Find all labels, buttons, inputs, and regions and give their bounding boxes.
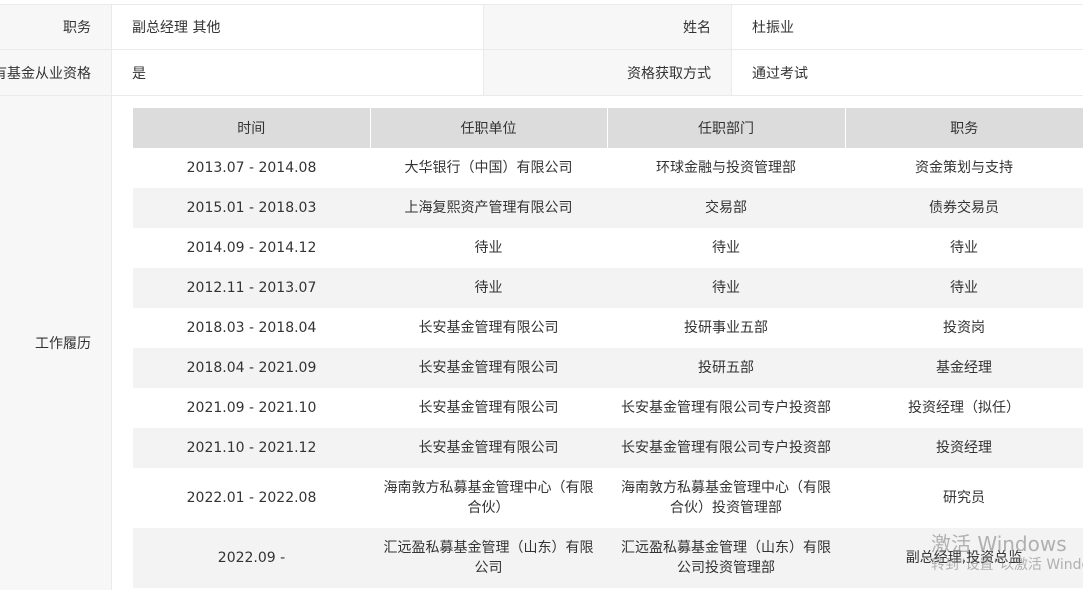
cell-time: 2022.01 - 2022.08 — [186, 490, 317, 506]
cell-dept: 投研五部 — [607, 348, 845, 388]
table-row: 2015.01 - 2018.03 上海复熙资产管理有限公司 交易部 债券交易员 — [133, 188, 1083, 228]
table-row: 2021.10 - 2021.12 长安基金管理有限公司 长安基金管理有限公司专… — [133, 428, 1083, 468]
table-row: 2022.09 - 汇远盈私募基金管理（山东）有限公司 汇远盈私募基金管理（山东… — [133, 528, 1083, 588]
cell-time: 2013.07 - 2014.08 — [186, 160, 317, 176]
cell-unit: 长安基金管理有限公司 — [370, 428, 607, 468]
qualification-value: 是 — [112, 50, 484, 95]
cell-position: 待业 — [950, 240, 978, 256]
cell-position: 资金策划与支持 — [915, 160, 1013, 176]
cell-time: 2012.11 - 2013.07 — [133, 268, 370, 308]
cell-dept: 交易部 — [607, 188, 845, 228]
cell-dept: 长安基金管理有限公司专户投资部 — [621, 400, 831, 416]
table-row: 2018.04 - 2021.09 长安基金管理有限公司 投研五部 基金经理 — [133, 348, 1083, 388]
position-value: 副总经理 其他 — [112, 5, 484, 49]
cell-unit: 待业 — [370, 268, 607, 308]
cell-unit: 长安基金管理有限公司 — [418, 400, 559, 416]
cell-position: 投资经理（拟任） — [908, 400, 1020, 416]
table-row: 2013.07 - 2014.08 大华银行（中国）有限公司 环球金融与投资管理… — [133, 148, 1083, 188]
name-value: 杜振业 — [752, 20, 794, 36]
cell-unit: 长安基金管理有限公司 — [418, 320, 559, 336]
cell-dept: 汇远盈私募基金管理（山东）有限公司投资管理部 — [607, 528, 845, 588]
name-label: 姓名 — [484, 5, 732, 49]
table-row: 2018.03 - 2018.04 长安基金管理有限公司 投研事业五部 投资岗 — [133, 308, 1083, 348]
table-row: 2022.01 - 2022.08 海南敦方私募基金管理中心（有限合伙） 海南敦… — [133, 468, 1083, 528]
cell-unit: 汇远盈私募基金管理（山东）有限公司 — [370, 528, 607, 588]
cell-position: 投资岗 — [943, 320, 985, 336]
cell-time: 2014.09 - 2014.12 — [186, 240, 317, 256]
cell-unit: 长安基金管理有限公司 — [370, 348, 607, 388]
fund-manager-profile: 职务 副总经理 其他 姓名 杜振业 有基金从业资格 是 资格获取方式 通过考试 … — [0, 0, 1083, 590]
cell-position: 投资经理 — [845, 428, 1083, 468]
header-unit: 任职单位 — [370, 108, 608, 148]
header-dept: 任职部门 — [607, 108, 846, 148]
table-header-row: 时间 任职单位 任职部门 职务 — [133, 108, 1083, 148]
cell-position: 待业 — [845, 268, 1083, 308]
cell-unit: 上海复熙资产管理有限公司 — [370, 188, 607, 228]
cell-dept: 海南敦方私募基金管理中心（有限合伙）投资管理部 — [621, 480, 831, 516]
cell-time: 2015.01 - 2018.03 — [133, 188, 370, 228]
cell-time: 2018.04 - 2021.09 — [133, 348, 370, 388]
cell-time: 2018.03 - 2018.04 — [186, 320, 317, 336]
qualification-method-label: 资格获取方式 — [484, 50, 732, 95]
cell-dept: 长安基金管理有限公司专户投资部 — [607, 428, 845, 468]
qualification-method-value: 通过考试 — [752, 65, 808, 82]
cell-unit: 大华银行（中国）有限公司 — [404, 160, 573, 176]
work-history-table: 时间 任职单位 任职部门 职务 2013.07 - 2014.08 大华银行（中… — [133, 108, 1083, 588]
cell-time: 2021.10 - 2021.12 — [133, 428, 370, 468]
qualification-label: 有基金从业资格 — [0, 50, 112, 95]
position-label: 职务 — [0, 5, 112, 49]
header-position: 职务 — [845, 108, 1083, 148]
table-row: 2012.11 - 2013.07 待业 待业 待业 — [133, 268, 1083, 308]
cell-dept: 待业 — [712, 240, 740, 256]
work-history-label: 工作履历 — [0, 96, 112, 590]
cell-time: 2021.09 - 2021.10 — [186, 400, 317, 416]
cell-dept: 待业 — [607, 268, 845, 308]
cell-dept: 环球金融与投资管理部 — [656, 160, 796, 176]
cell-position: 债券交易员 — [845, 188, 1083, 228]
table-row: 2021.09 - 2021.10 长安基金管理有限公司 长安基金管理有限公司专… — [133, 388, 1083, 428]
cell-position: 基金经理 — [845, 348, 1083, 388]
header-time: 时间 — [133, 108, 371, 148]
cell-position: 副总经理,投资总监 — [845, 528, 1083, 588]
info-row-position: 职务 副总经理 其他 姓名 杜振业 — [0, 4, 1083, 50]
cell-time: 2022.09 - — [133, 528, 370, 588]
cell-unit: 待业 — [474, 240, 503, 256]
info-row-qualification: 有基金从业资格 是 资格获取方式 通过考试 — [0, 50, 1083, 96]
cell-unit: 海南敦方私募基金管理中心（有限合伙） — [383, 480, 594, 516]
cell-dept: 投研事业五部 — [684, 320, 768, 336]
table-row: 2014.09 - 2014.12 待业 待业 待业 — [133, 228, 1083, 268]
cell-position: 研究员 — [943, 490, 985, 506]
